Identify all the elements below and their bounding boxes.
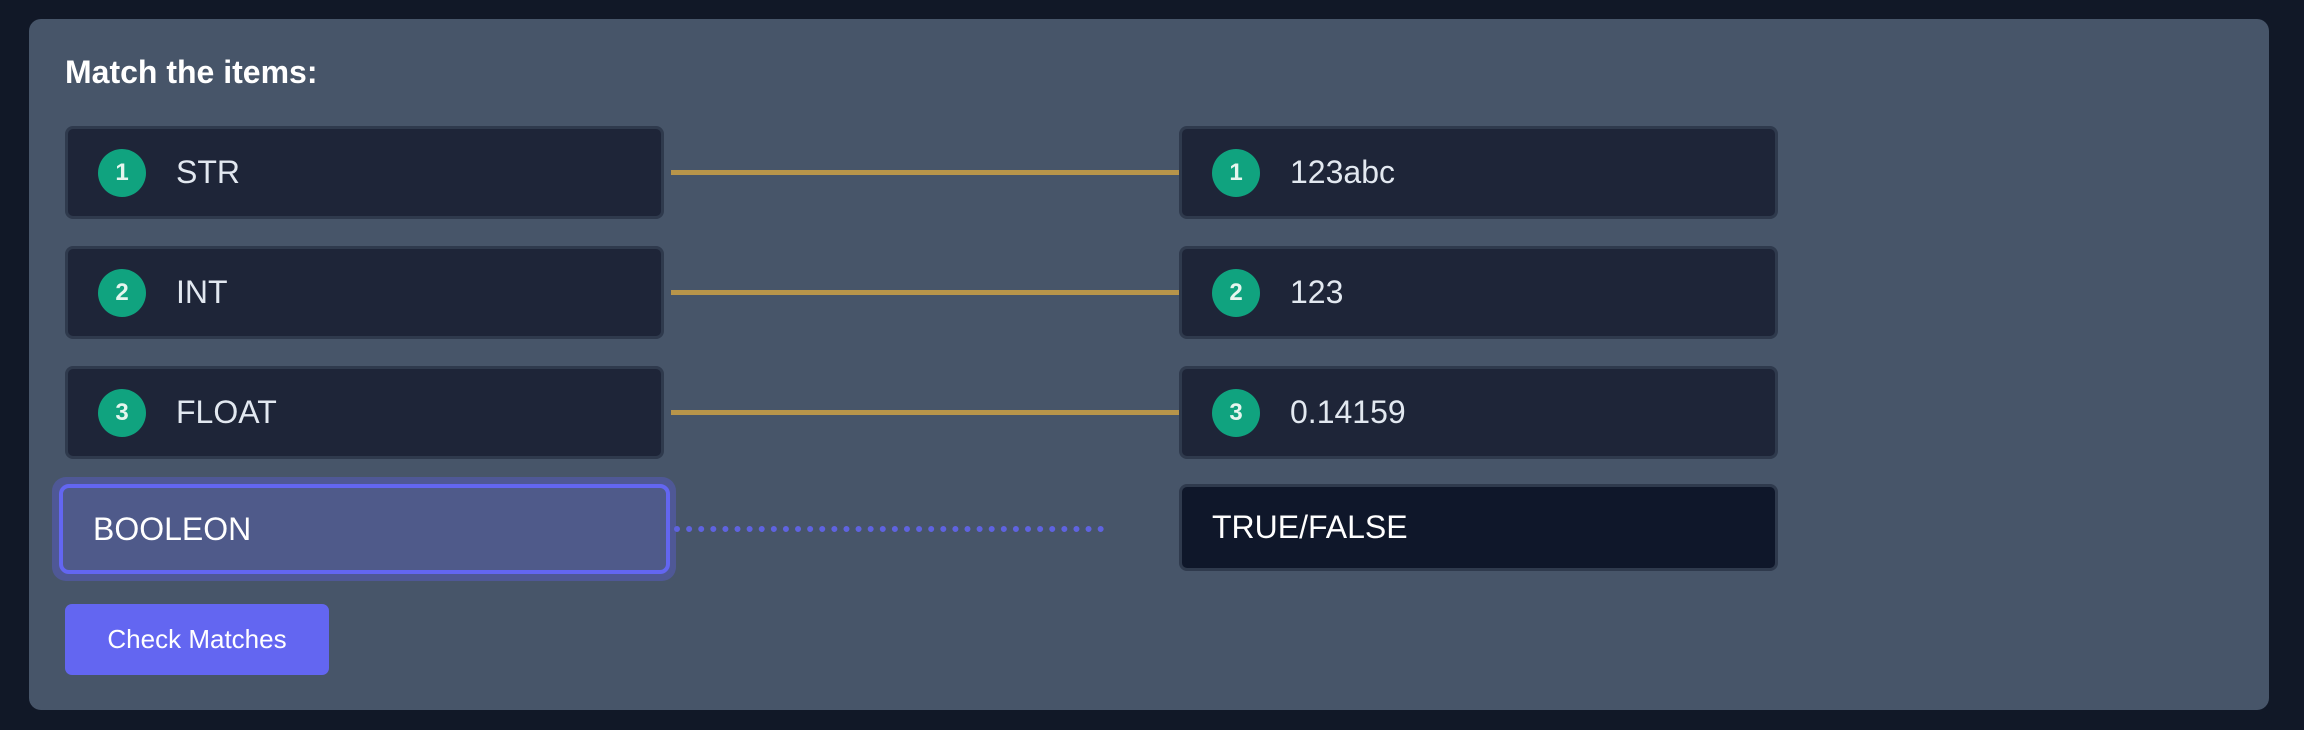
right-item-label: 123abc <box>1290 154 1395 190</box>
quiz-panel <box>29 19 2269 710</box>
number-badge: 2 <box>1212 268 1260 317</box>
right-item-1[interactable]: 1 123abc <box>1179 126 1778 219</box>
number-badge: 3 <box>1212 388 1260 437</box>
match-connector-2 <box>671 290 1187 295</box>
number-badge: 3 <box>98 388 146 437</box>
left-item-3[interactable]: 3 FLOAT <box>65 366 664 459</box>
left-item-label: INT <box>176 274 228 310</box>
match-connector-1 <box>671 170 1187 175</box>
active-item-label: BOOLEON <box>93 510 252 547</box>
left-item-label: FLOAT <box>176 394 277 430</box>
right-item-label: 123 <box>1290 274 1344 310</box>
number-badge: 1 <box>98 148 146 197</box>
right-item-label: 0.14159 <box>1290 394 1406 430</box>
active-left-item[interactable]: BOOLEON <box>59 484 670 574</box>
left-item-label: STR <box>176 154 240 190</box>
right-item-3[interactable]: 3 0.14159 <box>1179 366 1778 459</box>
target-item-label: TRUE/FALSE <box>1212 509 1408 545</box>
match-connector-3 <box>671 410 1187 415</box>
question-title: Match the items: <box>65 54 318 90</box>
unmatched-right-item[interactable]: TRUE/FALSE <box>1179 484 1778 571</box>
left-item-2[interactable]: 2 INT <box>65 246 664 339</box>
pending-connector <box>674 526 1104 532</box>
number-badge: 1 <box>1212 148 1260 197</box>
number-badge: 2 <box>98 268 146 317</box>
check-matches-button[interactable]: Check Matches <box>65 604 329 675</box>
left-item-1[interactable]: 1 STR <box>65 126 664 219</box>
right-item-2[interactable]: 2 123 <box>1179 246 1778 339</box>
